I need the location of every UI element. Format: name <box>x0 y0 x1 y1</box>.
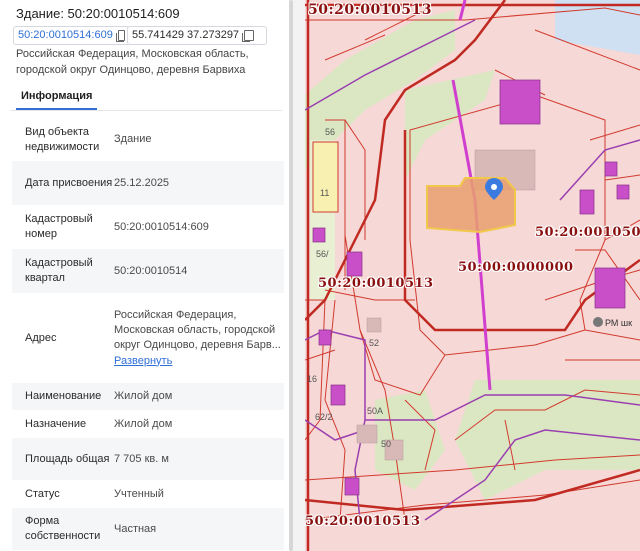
coordinates-chip[interactable]: 55.741429 37.273297 <box>127 26 267 45</box>
property-value: Здание <box>114 133 152 145</box>
property-value: Жилой дом <box>114 390 173 402</box>
property-row: Адрес Российская Федерация, Московская о… <box>12 293 284 383</box>
property-value: 25.12.2025 <box>114 176 170 189</box>
properties-table: Вид объекта недвижимости Здание Дата при… <box>12 118 284 550</box>
quarter-label: 50:20:0010513 <box>305 514 421 529</box>
property-key: Статус <box>25 487 60 500</box>
building <box>330 384 346 406</box>
poi-label: РМ шк <box>605 318 633 328</box>
building <box>344 477 360 496</box>
parcel-number: 11 <box>320 188 330 198</box>
page-title: Здание: 50:20:0010514:609 <box>16 6 180 21</box>
panel-gap <box>293 0 305 551</box>
property-key: Назначение <box>25 417 87 430</box>
property-value: 7 705 кв. м <box>114 452 169 465</box>
property-row: Назначение Жилой дом <box>12 410 284 438</box>
school-icon <box>593 317 603 327</box>
property-key: Кадастровый номер <box>25 213 93 240</box>
property-key: Форма собственности <box>25 515 101 542</box>
property-key: Дата присвоения <box>25 176 113 189</box>
parcel-number: 56 <box>325 127 336 137</box>
building <box>616 184 630 200</box>
property-key: Кадастровый квартал <box>25 257 93 284</box>
parcel-number: 50 <box>381 439 392 449</box>
property-row: Площадь общая 7 705 кв. м <box>12 438 284 480</box>
parcel-number: 62/2 <box>315 412 333 422</box>
parcel-number: 56/ <box>316 249 329 259</box>
building <box>318 329 332 346</box>
parcel-number: 16 <box>307 374 318 384</box>
building <box>312 227 326 243</box>
building <box>604 161 618 177</box>
quarter-label: 50:00:0000000 <box>458 260 574 275</box>
info-panel: Здание: 50:20:0010514:609 50:20:0010514:… <box>0 0 293 551</box>
copy-icon[interactable] <box>115 30 125 42</box>
property-value: 50:20:0010514:609 <box>114 220 209 233</box>
tab-information[interactable]: Информация <box>16 87 98 110</box>
parcel-number: 50А <box>367 406 384 416</box>
parcel-yellow <box>312 141 339 213</box>
header-address: Российская Федерация, Московская область… <box>16 48 249 76</box>
property-value: Частная <box>114 522 157 535</box>
property-row: Кадастровый номер 50:20:0010514:609 <box>12 205 284 249</box>
property-value: Жилой дом <box>114 417 173 430</box>
property-key: Площадь общая <box>25 452 110 465</box>
property-value-wrap: Российская Федерация, Московская область… <box>114 308 284 369</box>
property-row: Наименование Жилой дом <box>12 383 284 410</box>
property-value: 50:20:0010514 <box>114 264 188 277</box>
property-row: Статус Учтенный <box>12 480 284 508</box>
building <box>579 189 595 215</box>
property-row: Вид объекта недвижимости Здание <box>12 118 284 161</box>
quarter-label: 50:20:0010513 <box>308 2 432 18</box>
property-key: Адрес <box>25 331 57 344</box>
property-key: Наименование <box>25 390 102 402</box>
copy-icon[interactable] <box>242 30 255 42</box>
building <box>499 79 541 125</box>
cadastral-map[interactable]: 50:20:0010513 50:20:0010513 50:20:001051… <box>305 0 640 551</box>
cadastral-number-text: 50:20:0010514:609 <box>18 29 113 41</box>
tab-bar: Информация <box>16 86 98 110</box>
tab-divider <box>10 110 282 111</box>
property-row: Дата присвоения 25.12.2025 <box>12 161 284 205</box>
property-row: Кадастровый квартал 50:20:0010514 <box>12 249 284 293</box>
property-value: Российская Федерация, Московская область… <box>114 308 281 351</box>
cadastral-number-chip[interactable]: 50:20:0010514:609 <box>13 26 130 45</box>
property-value: Учтенный <box>114 487 164 500</box>
quarter-label: 50:20:0010513 <box>318 276 434 291</box>
quarter-label: 50:20:0010505 <box>535 225 640 240</box>
coordinates-text: 55.741429 37.273297 <box>132 29 240 41</box>
building <box>346 251 363 277</box>
building <box>594 267 626 309</box>
parcel-number: 52 <box>369 338 380 348</box>
property-key: Вид объекта недвижимости <box>25 125 100 153</box>
property-row: Форма собственности Частная <box>12 508 284 550</box>
expand-link[interactable]: Развернуть <box>114 354 284 369</box>
